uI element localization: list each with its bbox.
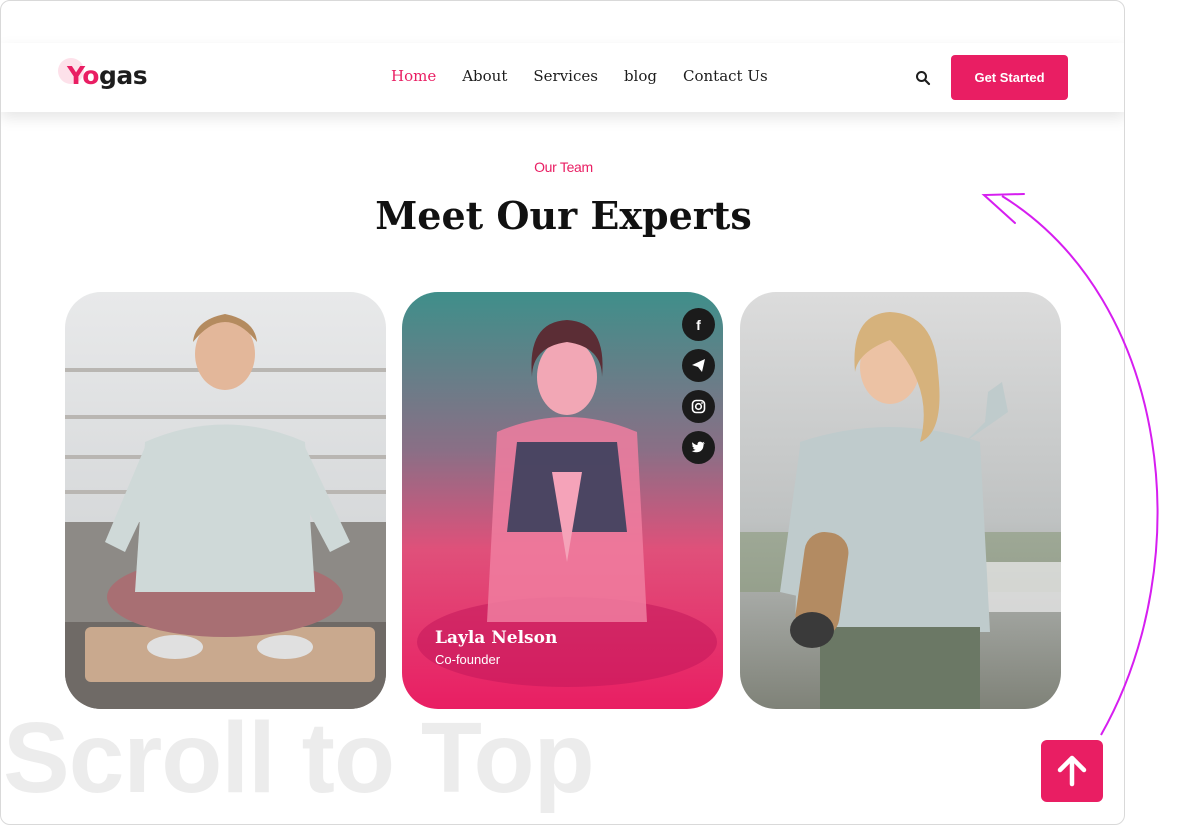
team-photo-yoga-mat xyxy=(740,292,1061,709)
get-started-button[interactable]: Get Started xyxy=(951,55,1068,100)
facebook-icon[interactable]: f xyxy=(682,308,715,341)
scroll-to-top-watermark: Scroll to Top xyxy=(3,702,595,814)
nav-blog[interactable]: blog xyxy=(624,67,657,85)
search-icon[interactable] xyxy=(914,69,932,87)
browser-frame: Yogas Home About Services blog Contact U… xyxy=(0,0,1125,825)
main-nav: Home About Services blog Contact Us xyxy=(391,67,768,85)
nav-about[interactable]: About xyxy=(462,67,507,85)
logo-rest-letters: gas xyxy=(98,61,148,90)
nav-services[interactable]: Services xyxy=(533,67,598,85)
team-card-featured[interactable]: f Layla Nelson Co-founder xyxy=(402,292,723,709)
member-name: Layla Nelson xyxy=(435,628,558,648)
logo[interactable]: Yogas xyxy=(67,61,148,90)
team-card-1[interactable] xyxy=(65,292,386,709)
team-photo-meditating xyxy=(65,292,386,709)
social-links: f xyxy=(682,308,715,464)
nav-contact[interactable]: Contact Us xyxy=(683,67,768,85)
section-title: Meet Our Experts xyxy=(375,193,752,238)
team-card-3[interactable] xyxy=(740,292,1061,709)
member-role: Co-founder xyxy=(435,652,501,667)
nav-home[interactable]: Home xyxy=(391,67,436,85)
scroll-to-top-button[interactable] xyxy=(1041,740,1103,802)
telegram-icon[interactable] xyxy=(682,349,715,382)
arrow-up-icon xyxy=(1057,755,1087,787)
instagram-icon[interactable] xyxy=(682,390,715,423)
logo-first-letters: Yo xyxy=(67,61,99,90)
twitter-icon[interactable] xyxy=(682,431,715,464)
section-eyebrow: Our Team xyxy=(534,159,593,175)
navbar: Yogas Home About Services blog Contact U… xyxy=(1,43,1124,112)
